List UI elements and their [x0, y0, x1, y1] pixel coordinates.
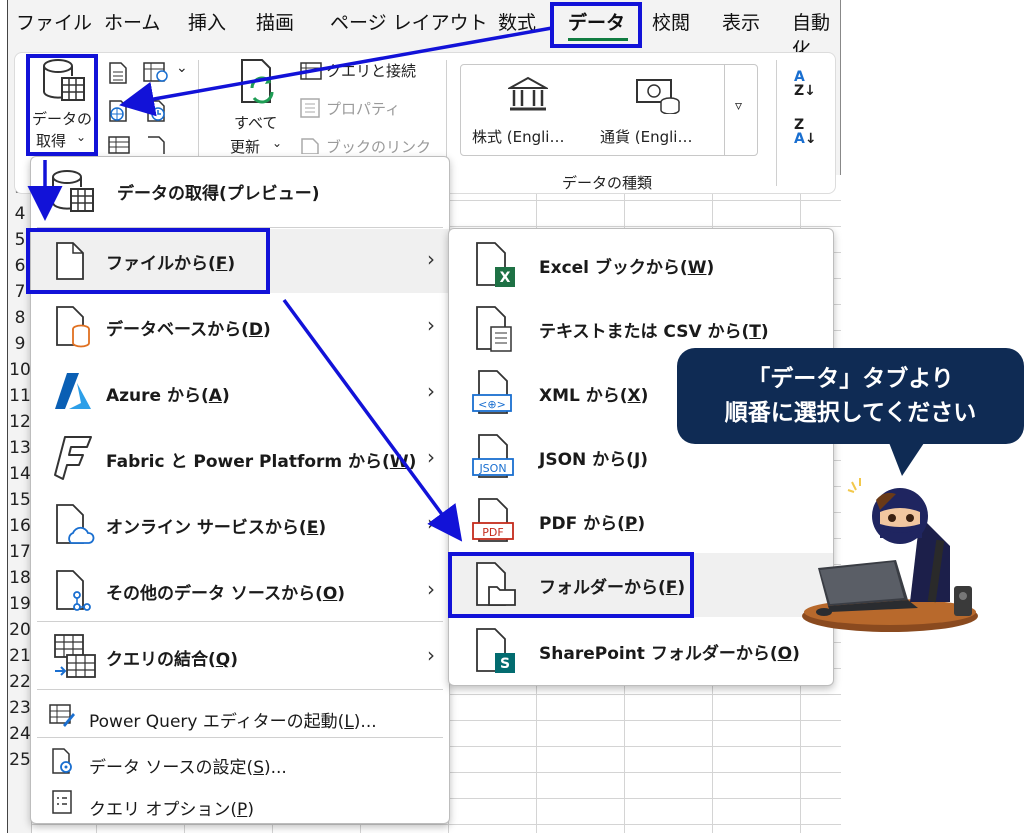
callout-line-2: 順番に選択してください — [724, 400, 977, 426]
instruction-callout: 「データ」タブより 順番に選択してください — [677, 348, 1024, 444]
callout-line-1: 「データ」タブより — [747, 366, 954, 392]
ninja-mascot-illustration — [802, 478, 978, 632]
callout-tail — [888, 440, 926, 476]
